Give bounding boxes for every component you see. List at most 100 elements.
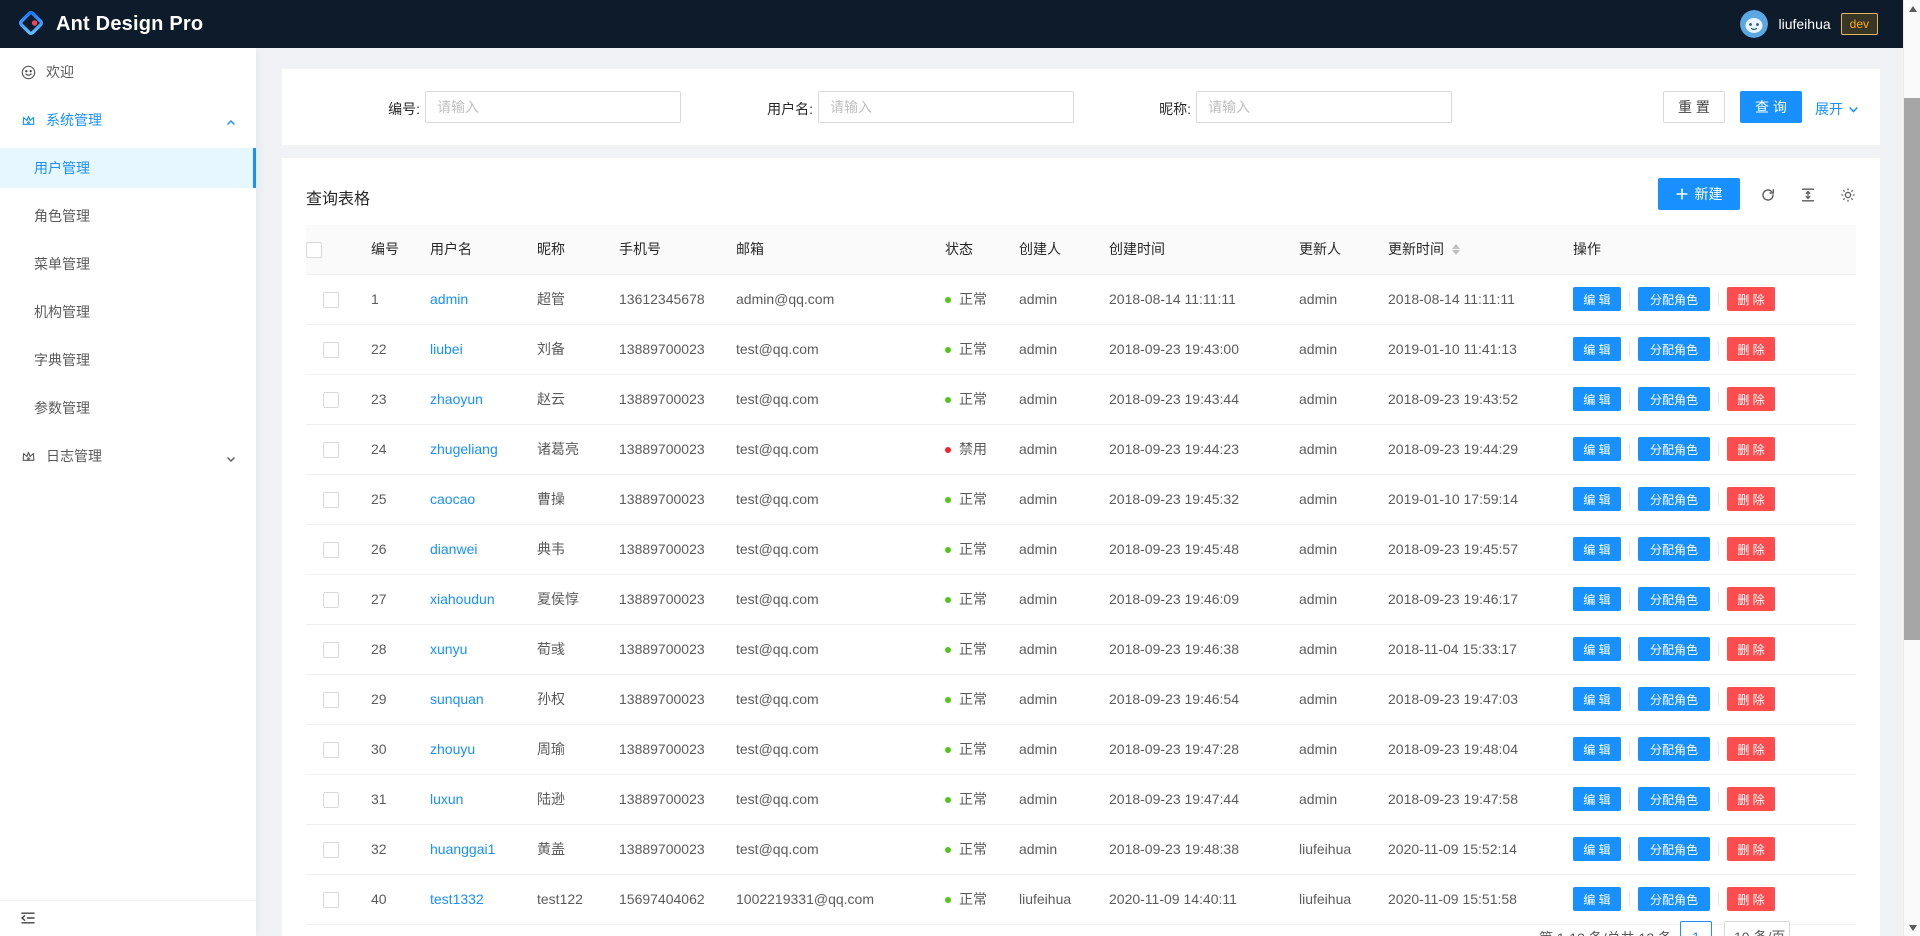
row-checkbox[interactable] [323,592,339,608]
scrollbar-thumb[interactable] [1904,98,1920,640]
row-checkbox[interactable] [323,692,339,708]
reset-button[interactable]: 重 置 [1663,91,1725,123]
row-checkbox[interactable] [323,292,339,308]
assign-role-button[interactable]: 分配角色 [1638,537,1710,561]
edit-button[interactable]: 编 辑 [1573,637,1621,661]
sidebar-subitem[interactable]: 菜单管理 [0,244,256,284]
delete-button[interactable]: 删 除 [1727,487,1775,511]
delete-button[interactable]: 删 除 [1727,637,1775,661]
sidebar-group-system[interactable]: 系统管理 [0,100,256,140]
sidebar-subitem[interactable]: 字典管理 [0,340,256,380]
edit-button[interactable]: 编 辑 [1573,687,1621,711]
assign-role-button[interactable]: 分配角色 [1638,837,1710,861]
edit-button[interactable]: 编 辑 [1573,387,1621,411]
vertical-scrollbar[interactable] [1903,0,1920,936]
assign-role-button[interactable]: 分配角色 [1638,487,1710,511]
row-checkbox[interactable] [323,542,339,558]
edit-button[interactable]: 编 辑 [1573,537,1621,561]
row-checkbox[interactable] [323,742,339,758]
edit-button[interactable]: 编 辑 [1573,837,1621,861]
delete-button[interactable]: 删 除 [1727,787,1775,811]
sidebar-subitem[interactable]: 机构管理 [0,292,256,332]
cell-created: 2018-09-23 19:46:09 [1093,574,1283,624]
menu-fold-icon[interactable] [20,910,36,926]
delete-button[interactable]: 删 除 [1727,587,1775,611]
username-link[interactable]: liubei [430,341,463,357]
cell-id: 22 [355,324,414,374]
edit-button[interactable]: 编 辑 [1573,887,1621,911]
pagination-page-1[interactable]: 1 [1680,921,1712,936]
assign-role-button[interactable]: 分配角色 [1638,737,1710,761]
status-badge: 正常 [959,891,987,907]
logo[interactable]: Ant Design Pro [16,0,203,48]
username-link[interactable]: sunquan [430,691,484,707]
assign-role-button[interactable]: 分配角色 [1638,437,1710,461]
sidebar-group-logs[interactable]: 日志管理 [0,436,256,476]
sort-carets-icon[interactable] [1452,244,1460,255]
delete-button[interactable]: 删 除 [1727,537,1775,561]
assign-role-button[interactable]: 分配角色 [1638,687,1710,711]
column-height-icon[interactable] [1800,187,1816,203]
assign-role-button[interactable]: 分配角色 [1638,337,1710,361]
new-button[interactable]: 新建 [1658,178,1740,210]
scroll-up-arrow[interactable] [1904,0,1920,17]
avatar[interactable] [1740,10,1768,38]
username-link[interactable]: zhugeliang [430,441,498,457]
delete-button[interactable]: 删 除 [1727,887,1775,911]
delete-button[interactable]: 删 除 [1727,837,1775,861]
edit-button[interactable]: 编 辑 [1573,487,1621,511]
delete-button[interactable]: 删 除 [1727,687,1775,711]
row-checkbox[interactable] [323,342,339,358]
username-link[interactable]: xiahoudun [430,591,495,607]
sidebar-subitem[interactable]: 用户管理 [0,148,256,188]
username-link[interactable]: admin [430,291,468,307]
username-link[interactable]: zhaoyun [430,391,483,407]
username-link[interactable]: test1332 [430,891,484,907]
delete-button[interactable]: 删 除 [1727,437,1775,461]
assign-role-button[interactable]: 分配角色 [1638,387,1710,411]
username-link[interactable]: luxun [430,791,463,807]
assign-role-button[interactable]: 分配角色 [1638,787,1710,811]
assign-role-button[interactable]: 分配角色 [1638,287,1710,311]
row-checkbox[interactable] [323,392,339,408]
edit-button[interactable]: 编 辑 [1573,337,1621,361]
sidebar-item-welcome[interactable]: 欢迎 [0,52,256,92]
edit-button[interactable]: 编 辑 [1573,287,1621,311]
assign-role-button[interactable]: 分配角色 [1638,887,1710,911]
edit-button[interactable]: 编 辑 [1573,437,1621,461]
select-all-checkbox[interactable] [306,242,322,258]
nickname-input[interactable] [1196,91,1452,123]
row-checkbox[interactable] [323,892,339,908]
query-button[interactable]: 查 询 [1740,91,1802,123]
username-link[interactable]: zhouyu [430,741,475,757]
edit-button[interactable]: 编 辑 [1573,587,1621,611]
row-checkbox[interactable] [323,442,339,458]
id-input[interactable] [425,91,681,123]
settings-gear-icon[interactable] [1840,187,1856,203]
username-link[interactable]: caocao [430,491,475,507]
expand-toggle[interactable]: 展开 [1815,98,1859,120]
assign-role-button[interactable]: 分配角色 [1638,587,1710,611]
delete-button[interactable]: 删 除 [1727,337,1775,361]
username-link[interactable]: dianwei [430,541,477,557]
scroll-down-arrow[interactable] [1904,919,1920,936]
username-link[interactable]: huanggai1 [430,841,495,857]
delete-button[interactable]: 删 除 [1727,287,1775,311]
sidebar-subitem[interactable]: 参数管理 [0,388,256,428]
row-checkbox[interactable] [323,642,339,658]
row-checkbox[interactable] [323,492,339,508]
row-checkbox[interactable] [323,792,339,808]
delete-button[interactable]: 删 除 [1727,387,1775,411]
edit-button[interactable]: 编 辑 [1573,787,1621,811]
reload-icon[interactable] [1760,187,1776,203]
sidebar-subitem[interactable]: 角色管理 [0,196,256,236]
edit-button[interactable]: 编 辑 [1573,737,1621,761]
row-checkbox[interactable] [323,842,339,858]
col-updated-sortable[interactable]: 更新时间 [1372,225,1557,274]
page-size-select[interactable]: 10 条/页 [1724,921,1790,936]
delete-button[interactable]: 删 除 [1727,737,1775,761]
username-link[interactable]: xunyu [430,641,467,657]
username-input[interactable] [818,91,1074,123]
assign-role-button[interactable]: 分配角色 [1638,637,1710,661]
current-user-name[interactable]: liufeihua [1778,16,1830,32]
